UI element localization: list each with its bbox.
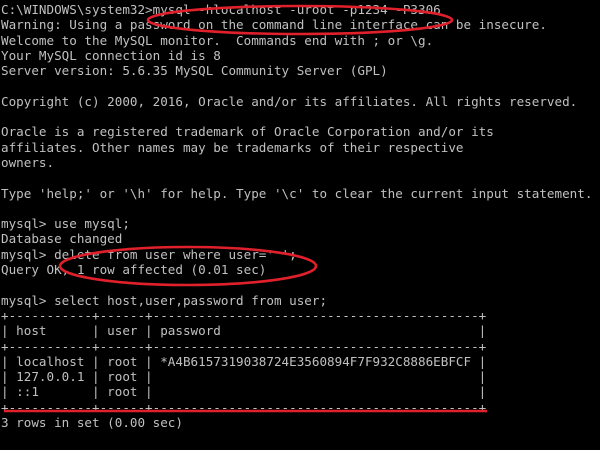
table-row: | localhost | root | *A4B6157319038724E3… [1, 353, 487, 369]
table-border-line: +-----------+------+--------------------… [1, 338, 487, 354]
query-ok-line: Query OK, 1 row affected (0.01 sec) [1, 262, 267, 278]
connection-id-line: Your MySQL connection id is 8 [1, 47, 221, 63]
delete-command-line: mysql> delete from user where user=' '; [1, 246, 297, 262]
table-header-row: | host | user | password | [1, 323, 487, 339]
use-command-line: mysql> use mysql; [1, 216, 130, 232]
trademark-line: owners. [1, 154, 55, 170]
welcome-line: Welcome to the MySQL monitor. Commands e… [1, 32, 434, 48]
row-count-line: 3 rows in set (0.00 sec) [1, 415, 183, 431]
server-version-line: Server version: 5.6.35 MySQL Community S… [1, 63, 388, 79]
select-command-line: mysql> select host,user,password from us… [1, 292, 328, 308]
copyright-line: Copyright (c) 2000, 2016, Oracle and/or … [1, 93, 578, 109]
table-row: | 127.0.0.1 | root | | [1, 369, 487, 385]
table-row: | ::1 | root | | [1, 384, 487, 400]
table-border-line: +-----------+------+--------------------… [1, 307, 487, 323]
help-hint-line: Type 'help;' or '\h' for help. Type '\c'… [1, 185, 593, 201]
database-changed-line: Database changed [1, 231, 123, 247]
password-warning-line: Warning: Using a password on the command… [1, 17, 547, 33]
login-command-line: C:\WINDOWS\system32>mysql -hlocalhost -u… [1, 2, 441, 17]
console-window[interactable]: C:\WINDOWS\system32>mysql -hlocalhost -u… [0, 0, 600, 450]
trademark-line: Oracle is a registered trademark of Orac… [1, 124, 494, 140]
table-border-line: +-----------+------+--------------------… [1, 399, 487, 415]
trademark-line: affiliates. Other names may be trademark… [1, 139, 464, 155]
